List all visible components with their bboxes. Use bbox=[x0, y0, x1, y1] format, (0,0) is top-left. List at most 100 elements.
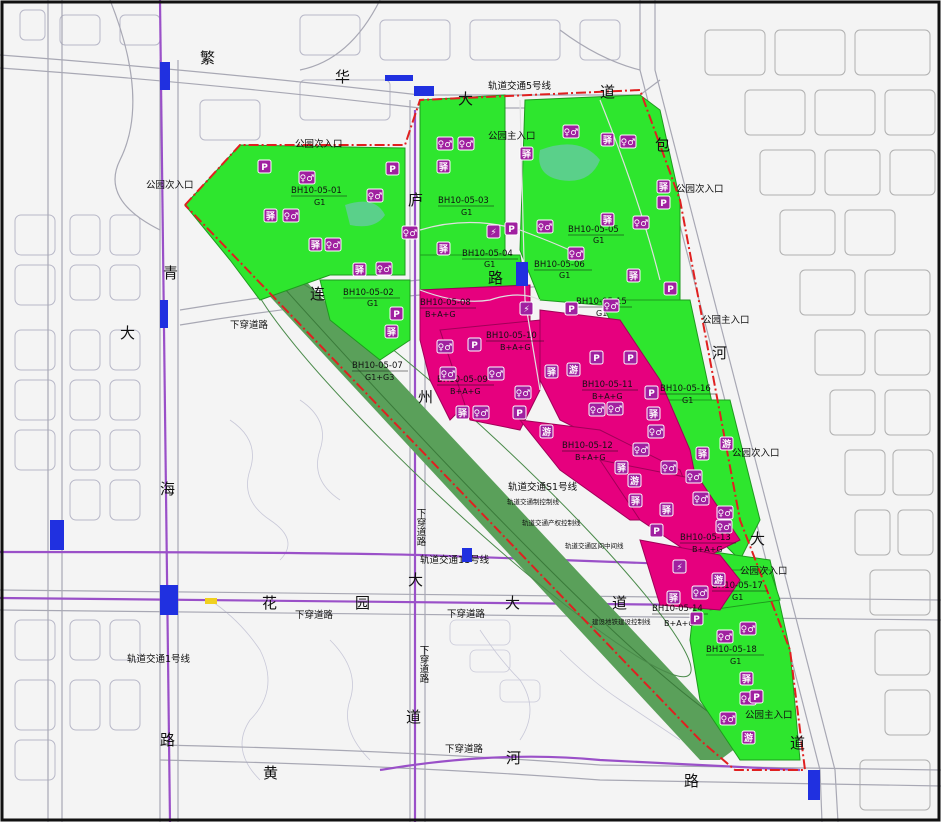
svg-text:G1: G1 bbox=[682, 396, 693, 405]
svg-text:G1: G1 bbox=[559, 271, 570, 280]
parking-icon-glyph: P bbox=[568, 305, 575, 315]
toilet-icon-glyph: ♀♂ bbox=[377, 265, 392, 275]
svg-text:BH10-05-04: BH10-05-04 bbox=[462, 249, 513, 259]
metro11-label: 轨道交通11号线 bbox=[420, 554, 490, 566]
toilet-icon-glyph: ♀♂ bbox=[718, 633, 733, 643]
road-char-huang: 黄 bbox=[263, 764, 278, 782]
parking-icon-glyph: P bbox=[653, 527, 660, 537]
underpass-label-1: 下穿道路 bbox=[230, 319, 269, 331]
road-char-da2: 大 bbox=[750, 530, 765, 548]
road-char-da1: 大 bbox=[458, 90, 473, 108]
station-icon-glyph: 驿 bbox=[311, 240, 321, 251]
toilet-icon-glyph: ♀♂ bbox=[326, 241, 341, 251]
toilet-icon-glyph: ♀♂ bbox=[538, 223, 553, 233]
station-icon-glyph: 驿 bbox=[547, 367, 557, 378]
station-icon-glyph: 驿 bbox=[649, 409, 659, 420]
park-main-entrance-n: 公园主入口 bbox=[488, 130, 536, 142]
parking-icon-glyph: P bbox=[753, 693, 760, 703]
tour-icon-glyph: 游 bbox=[542, 426, 551, 438]
station-icon-glyph: 驿 bbox=[698, 449, 708, 460]
road-char-hua2: 花 bbox=[262, 594, 277, 612]
toilet-icon-glyph: ♀♂ bbox=[438, 140, 453, 150]
underpass-label-3: 下穿道路 bbox=[447, 608, 486, 620]
toilet-icon-glyph: ♀♂ bbox=[662, 464, 677, 474]
toilet-icon-glyph: ♀♂ bbox=[687, 473, 702, 483]
road-char-bao: 包 bbox=[655, 136, 670, 154]
toilet-icon-glyph: ♀♂ bbox=[368, 192, 383, 202]
svg-text:B+A+G: B+A+G bbox=[692, 545, 723, 554]
road-char-da3: 大 bbox=[120, 324, 135, 342]
svg-text:G1: G1 bbox=[367, 299, 378, 308]
parking-icon-glyph: P bbox=[393, 310, 400, 320]
control-line-label-1: 轨道交通制控制线 bbox=[507, 497, 560, 506]
svg-text:G1: G1 bbox=[484, 260, 495, 269]
tour-icon-glyph: 游 bbox=[714, 574, 723, 586]
metros1-label: 轨道交通S1号线 bbox=[508, 481, 578, 493]
park-secondary-entrance-w: 公园次入口 bbox=[146, 179, 194, 191]
station-icon-glyph: 驿 bbox=[742, 674, 752, 685]
toilet-icon-glyph: ♀♂ bbox=[489, 370, 504, 380]
toilet-icon-glyph: ♀♂ bbox=[441, 370, 456, 380]
parking-icon-glyph: P bbox=[667, 285, 674, 295]
road-char-dao3: 道 bbox=[612, 594, 627, 612]
svg-text:G1: G1 bbox=[730, 657, 741, 666]
station-icon-glyph: 驿 bbox=[669, 593, 679, 604]
svg-text:B+A+G: B+A+G bbox=[425, 310, 456, 319]
toilet-icon-glyph: ♀♂ bbox=[569, 250, 584, 260]
station-icon-glyph: 驿 bbox=[603, 135, 613, 146]
toilet-icon-glyph: ♀♂ bbox=[621, 138, 636, 148]
station-icon-glyph: 驿 bbox=[266, 211, 276, 222]
station-icon-glyph: 驿 bbox=[662, 505, 672, 516]
road-char-hua: 华 bbox=[335, 68, 350, 86]
park-main-entrance-se: 公园主入口 bbox=[745, 709, 793, 721]
station-icon-glyph: 驿 bbox=[522, 149, 532, 160]
parking-icon-glyph: P bbox=[471, 341, 478, 351]
toilet-icon-glyph: ♀♂ bbox=[717, 523, 732, 533]
park-secondary-entrance-ne: 公园次入口 bbox=[676, 183, 724, 195]
park-main-entrance-e: 公园主入口 bbox=[702, 314, 750, 326]
control-line-label-4: 建设地铁建设控制线 bbox=[592, 617, 651, 626]
road-char-lu4: 路 bbox=[488, 269, 503, 287]
toilet-icon-glyph: ♀♂ bbox=[721, 715, 736, 725]
svg-text:BH10-05-08: BH10-05-08 bbox=[420, 298, 471, 308]
parking-icon-glyph: P bbox=[660, 199, 667, 209]
road-char-lu3: 庐 bbox=[408, 191, 423, 209]
underpass-label-v2: 下穿道路 bbox=[418, 645, 430, 684]
charge-icon-glyph: ⚡ bbox=[676, 563, 682, 573]
road-char-dao1: 道 bbox=[600, 83, 615, 101]
svg-text:BH10-05-16: BH10-05-16 bbox=[660, 384, 711, 394]
svg-text:G1: G1 bbox=[593, 236, 604, 245]
svg-text:BH10-05-03: BH10-05-03 bbox=[438, 196, 489, 206]
svg-text:BH10-05-06: BH10-05-06 bbox=[534, 260, 585, 270]
toilet-icon-glyph: ♀♂ bbox=[403, 229, 418, 239]
metro-station-marker bbox=[160, 585, 178, 615]
station-icon-glyph: 驿 bbox=[439, 244, 449, 255]
road-char-dao4: 道 bbox=[406, 708, 421, 726]
park-secondary-entrance-se: 公园次入口 bbox=[740, 565, 788, 577]
charge-icon-glyph: ⚡ bbox=[523, 305, 529, 315]
svg-text:G1: G1 bbox=[314, 198, 325, 207]
svg-text:BH10-05-07: BH10-05-07 bbox=[352, 361, 403, 371]
toilet-icon-glyph: ♀♂ bbox=[604, 302, 619, 312]
road-char-da5: 大 bbox=[408, 571, 423, 589]
control-line-label-3: 轨道交通区间中间线 bbox=[565, 541, 624, 550]
toilet-icon-glyph: ♀♂ bbox=[693, 589, 708, 599]
svg-text:B+A+G: B+A+G bbox=[450, 387, 481, 396]
road-char-fan: 繁 bbox=[200, 49, 215, 67]
metro5-label: 轨道交通5号线 bbox=[488, 80, 552, 92]
metro-station-marker bbox=[414, 86, 434, 96]
station-icon-glyph: 驿 bbox=[387, 327, 397, 338]
svg-text:B+A+G: B+A+G bbox=[500, 343, 531, 352]
park-secondary-entrance-nw: 公园次入口 bbox=[295, 138, 343, 150]
toilet-icon-glyph: ♀♂ bbox=[590, 406, 605, 416]
svg-text:BH10-05-02: BH10-05-02 bbox=[343, 288, 394, 298]
tour-icon-glyph: 游 bbox=[722, 438, 731, 450]
toilet-icon-glyph: ♀♂ bbox=[474, 409, 489, 419]
map-canvas: 繁 华 大 道 包 河 大 道 青 大 海 路 黄 河 路 花 园 大 道 庐 … bbox=[0, 0, 941, 822]
parking-icon-glyph: P bbox=[627, 354, 634, 364]
svg-text:BH10-05-01: BH10-05-01 bbox=[291, 186, 342, 196]
parking-icon-glyph: P bbox=[261, 163, 268, 173]
toilet-icon-glyph: ♀♂ bbox=[516, 389, 531, 399]
road-char-yuan: 园 bbox=[355, 594, 370, 612]
underpass-label-v1: 下穿道路 bbox=[415, 508, 427, 547]
